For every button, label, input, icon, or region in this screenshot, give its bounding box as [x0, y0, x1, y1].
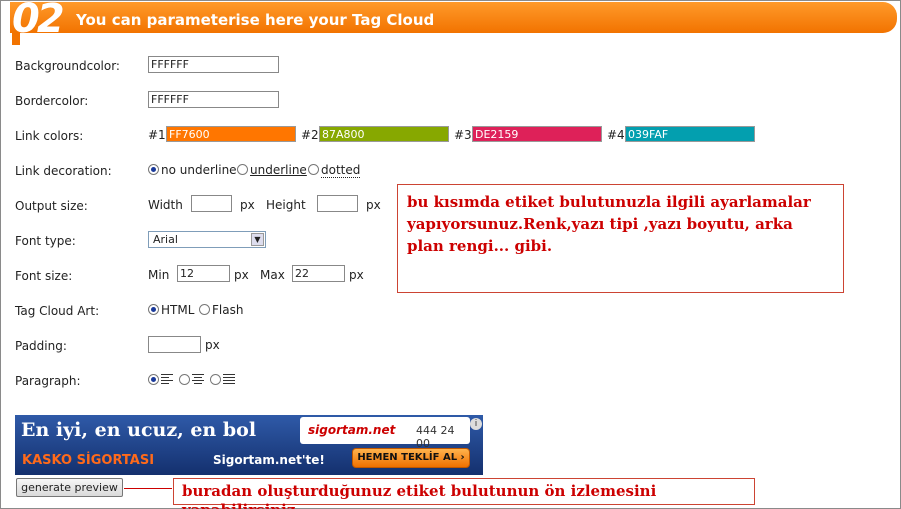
link-color-2-number: #2: [301, 128, 319, 142]
html-radio[interactable]: [148, 304, 159, 315]
font-size-min-input[interactable]: 12: [177, 265, 230, 282]
no-underline-radio[interactable]: [148, 164, 159, 175]
padding-input[interactable]: [148, 336, 201, 353]
font-size-label: Font size:: [15, 269, 73, 283]
width-unit: px: [240, 198, 255, 212]
width-input[interactable]: [191, 195, 232, 212]
backgroundcolor-label: Backgroundcolor:: [15, 59, 120, 73]
max-unit: px: [349, 268, 364, 282]
paragraph-left-radio[interactable]: [148, 374, 159, 385]
dropdown-arrow-icon[interactable]: ▼: [251, 233, 264, 246]
generate-preview-button[interactable]: generate preview: [16, 478, 123, 497]
link-color-1-number: #1: [148, 128, 166, 142]
banner-kasko-text: KASKO SİGORTASI: [22, 453, 155, 468]
font-type-select[interactable]: Arial ▼: [148, 231, 266, 248]
html-label: HTML: [161, 303, 195, 317]
flash-label: Flash: [212, 303, 244, 317]
tag-cloud-art-label: Tag Cloud Art:: [15, 304, 100, 318]
dotted-radio[interactable]: [308, 164, 319, 175]
section-header: You can parameterise here your Tag Cloud: [10, 2, 897, 33]
justify-align-icon: [223, 374, 235, 385]
link-colors-label: Link colors:: [15, 129, 84, 143]
banner-phone: 444 24 00: [416, 424, 455, 450]
paragraph-label: Paragraph:: [15, 374, 81, 388]
no-underline-label: no underline: [161, 163, 237, 177]
paragraph-center-radio[interactable]: [179, 374, 190, 385]
link-color-4-number: #4: [607, 128, 625, 142]
bordercolor-label: Bordercolor:: [15, 94, 89, 108]
settings-annotation-note: bu kısımda etiket bulutunuzla ilgili aya…: [397, 184, 844, 293]
backgroundcolor-input[interactable]: FFFFFF: [148, 56, 279, 73]
ad-banner[interactable]: En iyi, en ucuz, en bol KASKO SİGORTASI …: [15, 415, 483, 475]
section-title: You can parameterise here your Tag Cloud: [76, 11, 435, 29]
center-align-icon: [192, 374, 204, 385]
height-label: Height: [266, 198, 306, 212]
banner-site-text: Sigortam.net'te!: [213, 453, 325, 467]
link-color-4-input[interactable]: 039FAF: [625, 126, 755, 142]
padding-unit: px: [205, 338, 220, 352]
height-input[interactable]: [317, 195, 358, 212]
font-type-value: Arial: [153, 233, 178, 246]
min-label: Min: [148, 268, 170, 282]
max-label: Max: [260, 268, 285, 282]
banner-offer-button[interactable]: HEMEN TEKLİF AL ›: [352, 448, 470, 468]
preview-annotation-note: buradan oluşturduğunuz etiket bulutunun …: [173, 478, 755, 509]
banner-headline: En iyi, en ucuz, en bol: [21, 419, 257, 441]
link-color-3-number: #3: [454, 128, 472, 142]
banner-logo-box: sigortam.net 444 24 00: [300, 417, 470, 450]
min-unit: px: [234, 268, 249, 282]
height-unit: px: [366, 198, 381, 212]
step-tab-decoration: [12, 33, 20, 45]
link-color-3-input[interactable]: DE2159: [472, 126, 602, 142]
link-color-2-input[interactable]: 87A800: [319, 126, 449, 142]
annotation-arrow: [124, 488, 172, 489]
font-type-label: Font type:: [15, 234, 76, 248]
dotted-label: dotted: [321, 163, 361, 178]
sigortam-logo: sigortam.net: [308, 423, 396, 437]
padding-label: Padding:: [15, 339, 67, 353]
link-decoration-label: Link decoration:: [15, 164, 112, 178]
link-color-1-input[interactable]: FF7600: [166, 126, 296, 142]
output-size-label: Output size:: [15, 199, 88, 213]
paragraph-justify-radio[interactable]: [210, 374, 221, 385]
underline-label: underline: [250, 163, 307, 177]
left-align-icon: [161, 374, 173, 385]
flash-radio[interactable]: [199, 304, 210, 315]
font-size-max-input[interactable]: 22: [292, 265, 345, 282]
info-icon[interactable]: i: [470, 418, 482, 430]
bordercolor-input[interactable]: FFFFFF: [148, 91, 279, 108]
width-label: Width: [148, 198, 183, 212]
underline-radio[interactable]: [237, 164, 248, 175]
